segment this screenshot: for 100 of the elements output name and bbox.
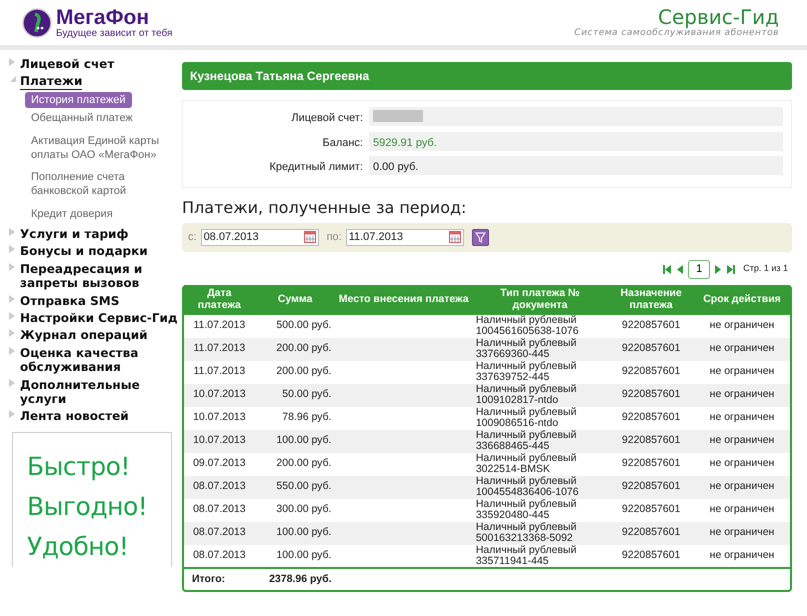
table-cell: 10.07.2013	[184, 430, 255, 452]
table-cell: 9220857601	[608, 384, 694, 406]
table-cell: Наличный рублевый 337669360-445	[472, 338, 608, 360]
table-cell: 9220857601	[608, 338, 694, 360]
page-number[interactable]: 1	[688, 260, 710, 278]
table-cell: Наличный рублевый 1004561605638-1076	[472, 314, 608, 338]
filter-button[interactable]	[472, 228, 489, 246]
column-header: Сумма	[254, 284, 336, 314]
field-label: Кредитный лимит:	[268, 160, 364, 175]
table-cell: не ограничен	[694, 452, 790, 476]
table-cell: 9220857601	[608, 522, 694, 544]
field-label: Лицевой счет:	[290, 111, 364, 126]
sidebar-item[interactable]: Платежи	[20, 74, 82, 90]
sidebar-item[interactable]: Оценка качества обслуживания	[20, 346, 178, 375]
page-info: Стр. 1 из 1	[743, 262, 788, 276]
table-cell: 50.00 руб.	[254, 384, 336, 406]
table-cell: 9220857601	[608, 430, 694, 452]
table-cell: 10.07.2013	[184, 406, 255, 430]
to-label: по:	[326, 230, 342, 245]
table-cell: 78.96 руб.	[254, 406, 336, 430]
table-cell: 300.00 руб.	[254, 498, 336, 522]
table-cell: 08.07.2013	[184, 476, 255, 498]
column-header: Тип платежа № документа	[472, 284, 608, 314]
previous-page-icon[interactable]	[675, 264, 686, 274]
table-cell: не ограничен	[694, 338, 790, 360]
sidebar-subitem[interactable]: Кредит доверия	[25, 204, 178, 226]
total-label: Итого:	[184, 568, 255, 590]
table-cell: 200.00 руб.	[254, 452, 336, 476]
table-cell: Наличный рублевый 337639752-445	[472, 360, 608, 384]
column-header: Дата платежа	[184, 284, 255, 314]
table-cell: Наличный рублевый 1009102817-ntdo	[472, 384, 608, 406]
table-cell: 100.00 руб.	[254, 522, 336, 544]
table-cell: 08.07.2013	[184, 522, 255, 544]
sidebar-item[interactable]: Лицевой счет	[20, 57, 114, 72]
table-cell: 100.00 руб.	[254, 430, 336, 452]
sidebar-subitem[interactable]: Обещанный платеж	[25, 108, 178, 131]
total-value: 2378.96 руб.	[254, 568, 336, 590]
sidebar-item[interactable]: Журнал операций	[20, 328, 148, 343]
service-subtitle: Система самообслуживания абонентов	[574, 28, 779, 38]
table-cell: Наличный рублевый 335711941-445	[472, 544, 608, 568]
first-page-icon[interactable]	[662, 264, 672, 274]
table-cell: 11.07.2013	[184, 314, 255, 338]
date-value: 11.07.2013	[348, 230, 403, 245]
column-header: Назначение платежа	[608, 284, 694, 314]
table-cell: 9220857601	[608, 314, 694, 338]
table-cell: Наличный рублевый 336688465-445	[472, 430, 608, 452]
table-cell: 9220857601	[608, 498, 694, 522]
date-field[interactable]: 11.07.2013	[346, 228, 464, 246]
table-cell: не ограничен	[694, 360, 790, 384]
field-label: Баланс:	[321, 136, 364, 150]
table-cell: не ограничен	[694, 544, 790, 568]
sidebar-item[interactable]: Дополнительные услуги	[20, 378, 178, 406]
sidebar-subitem[interactable]: История платежей	[25, 92, 132, 108]
table-cell: Наличный рублевый 1004554836406-1076	[472, 476, 608, 498]
table-cell: не ограничен	[694, 314, 790, 338]
table-cell: не ограничен	[694, 476, 790, 498]
calendar-icon[interactable]	[448, 231, 461, 243]
redacted-block	[373, 110, 423, 122]
table-cell: 550.00 руб.	[254, 476, 336, 498]
table-cell: не ограничен	[694, 406, 790, 430]
table-cell: не ограничен	[694, 522, 790, 544]
date-field[interactable]: 08.07.2013	[200, 228, 319, 246]
logo-text: МегаФон	[56, 6, 150, 28]
sidebar-item[interactable]: Бонусы и подарки	[20, 244, 148, 259]
table-cell: не ограничен	[694, 498, 790, 522]
field-value: 5929.91 руб.	[369, 132, 783, 150]
logo-slogan: Будущее зависит от тебя	[56, 28, 172, 38]
promo-text: Выгодно!	[27, 490, 148, 523]
table-cell: 9220857601	[608, 406, 694, 430]
sidebar-item[interactable]: Настройки Сервис-Гид	[20, 311, 178, 326]
table-cell: не ограничен	[694, 384, 790, 406]
subscriber-name: Кузнецова Татьяна Сергеевна	[182, 62, 792, 90]
sidebar-item[interactable]: Лента новостей	[20, 409, 129, 424]
table-cell: 9220857601	[608, 544, 694, 568]
logo-icon	[22, 8, 52, 38]
promo-text: Удобно!	[27, 530, 130, 563]
sidebar-subitem[interactable]: Активация Единой карты оплаты ОАО «МегаФон»	[25, 130, 178, 168]
column-header: Место внесения платежа	[335, 284, 472, 314]
table-cell: не ограничен	[694, 430, 790, 452]
table-cell: 10.07.2013	[184, 384, 255, 406]
sidebar-item[interactable]: Отправка SMS	[20, 294, 120, 308]
table-cell: 9220857601	[608, 360, 694, 384]
calendar-icon[interactable]	[304, 231, 316, 243]
from-label: с:	[188, 230, 197, 245]
sidebar-subitem[interactable]: Пополнение счета банковской картой	[25, 167, 178, 204]
table-cell: Наличный рублевый 3022514-BMSK	[472, 452, 608, 476]
date-value: 08.07.2013	[204, 230, 259, 245]
last-page-icon[interactable]	[726, 264, 736, 274]
sidebar-item[interactable]: Услуги и тариф	[20, 227, 128, 242]
table-cell: Наличный рублевый 1009086516-ntdo	[472, 406, 608, 430]
table-cell: 09.07.2013	[184, 452, 255, 476]
table-cell: 08.07.2013	[184, 544, 255, 568]
table-cell: 200.00 руб.	[254, 360, 336, 384]
table-cell: 11.07.2013	[184, 360, 255, 384]
table-cell: 11.07.2013	[184, 338, 255, 360]
section-heading: Платежи, полученные за период:	[182, 198, 468, 216]
sidebar-item[interactable]: Переадресация и запреты вызовов	[20, 262, 178, 291]
next-page-icon[interactable]	[713, 264, 724, 274]
table-cell: 200.00 руб.	[254, 338, 336, 360]
table-cell: 08.07.2013	[184, 498, 255, 522]
